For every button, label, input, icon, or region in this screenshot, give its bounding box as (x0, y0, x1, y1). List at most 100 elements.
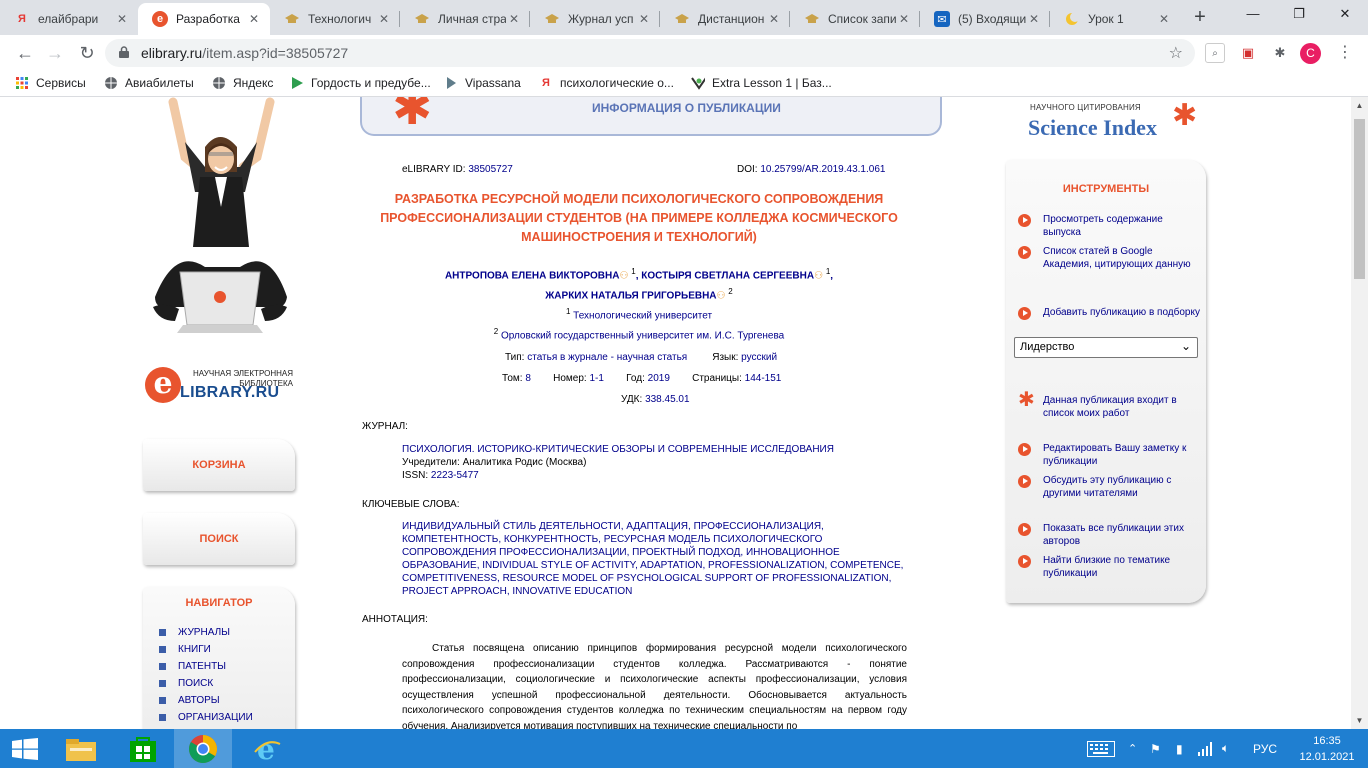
browser-toolbar: ← → ↻ elibrary.ru/item.asp?id=38505727 ☆… (0, 35, 1368, 71)
doi-link[interactable]: 10.25799/AR.2019.43.1.061 (760, 164, 885, 175)
tab-distance[interactable]: Дистанцион ✕ (660, 3, 790, 35)
chevron-down-icon: ⌄ (1180, 339, 1191, 353)
new-tab-button[interactable]: + (1188, 5, 1212, 29)
tool-my-works[interactable]: ✱ Данная публикация входит в список моих … (1018, 390, 1203, 420)
bookmark-services[interactable]: Сервисы (15, 76, 86, 90)
menu-icon[interactable]: ⋮ (1335, 43, 1355, 63)
address-bar[interactable]: elibrary.ru/item.asp?id=38505727 ☆ (105, 39, 1195, 67)
journal-block: ПСИХОЛОГИЯ. ИСТОРИКО-КРИТИЧЕСКИЕ ОБЗОРЫ … (402, 443, 907, 482)
restore-button[interactable]: ❐ (1276, 0, 1322, 30)
search-extension-icon[interactable]: ⌕ (1205, 43, 1225, 63)
volume-icon[interactable]: 🔈︎ (1222, 729, 1229, 768)
bookmark-pride[interactable]: Гордость и предубе... (290, 76, 431, 90)
nav-item-search[interactable]: ПОИСК (159, 675, 253, 692)
extension-icon[interactable]: ▣ (1238, 43, 1258, 63)
store-taskbar-icon[interactable] (114, 729, 172, 768)
nav-item-authors[interactable]: АВТОРЫ (159, 692, 253, 709)
close-icon[interactable]: ✕ (1026, 12, 1042, 26)
tool-add-to-collection[interactable]: Добавить публикацию в подборку (1018, 306, 1203, 320)
cart-button[interactable]: КОРЗИНА (143, 439, 295, 491)
close-icon[interactable]: ✕ (766, 12, 782, 26)
journal-link[interactable]: ПСИХОЛОГИЯ. ИСТОРИКО-КРИТИЧЕСКИЕ ОБЗОРЫ … (402, 443, 907, 456)
bookmark-extra-lesson[interactable]: Extra Lesson 1 | Баз... (691, 76, 832, 90)
science-index-logo[interactable]: НАУЧНОГО ЦИТИРОВАНИЯ Science Index ✱ (1028, 99, 1208, 143)
arrow-circle-icon (1018, 214, 1031, 227)
bookmark-yandex[interactable]: Яндекс (212, 76, 273, 90)
affiliation-link[interactable]: Орловский государственный университет им… (501, 331, 784, 342)
bookmark-vipassana[interactable]: Vipassana (444, 76, 521, 90)
forward-button[interactable]: → (42, 40, 68, 66)
bookmark-avia[interactable]: Авиабилеты (104, 76, 194, 90)
url-text[interactable]: elibrary.ru/item.asp?id=38505727 (141, 45, 348, 61)
ie-taskbar-icon[interactable]: e (238, 729, 296, 768)
arrow-circle-icon (1018, 307, 1031, 320)
bookmark-star-icon[interactable]: ☆ (1169, 43, 1183, 63)
affiliation-link[interactable]: Технологический университет (573, 310, 712, 321)
minimize-button[interactable]: — (1230, 0, 1276, 30)
tool-similar[interactable]: Найти близкие по тематике публикации (1018, 554, 1203, 580)
chrome-taskbar-icon[interactable] (174, 729, 232, 768)
search-button[interactable]: ПОИСК (143, 513, 295, 565)
arrow-circle-icon (1018, 246, 1031, 259)
chevron-up-icon[interactable]: ⌃ (1128, 729, 1137, 768)
author-link[interactable]: КОСТЫРЯ СВЕТЛАНА СЕРГЕЕВНА (641, 270, 814, 281)
vipassana-icon (444, 76, 458, 90)
asterisk-icon: ✱ (1172, 99, 1198, 132)
clock[interactable]: 16:35 12.01.2021 (1292, 733, 1362, 765)
tool-edit-note[interactable]: Редактировать Вашу заметку к публикации (1018, 442, 1203, 468)
author-link[interactable]: АНТРОПОВА ЕЛЕНА ВИКТОРОВНА (445, 270, 620, 281)
tool-view-contents[interactable]: Просмотреть содержание выпуска (1018, 213, 1203, 239)
author-link[interactable]: ЖАРКИХ НАТАЛЬЯ ГРИГОРЬЕВНА (545, 291, 716, 302)
navigator-title: НАВИГАТОР (185, 597, 253, 609)
svg-text:e: e (257, 734, 275, 764)
puzzle-icon[interactable]: ✱ (1270, 43, 1290, 63)
tool-google-scholar[interactable]: Список статей в Google Академия, цитирую… (1018, 245, 1203, 271)
explorer-taskbar-icon[interactable] (52, 729, 110, 768)
tab-elibrary-search[interactable]: Я елайбрари ✕ (0, 3, 138, 35)
tool-author-publications[interactable]: Показать все публикации этих авторов (1018, 522, 1203, 548)
close-icon[interactable]: ✕ (896, 12, 912, 26)
tab-lesson[interactable]: Урок 1 ✕ (1050, 3, 1180, 35)
bookmark-psych[interactable]: Я психологические о... (539, 76, 674, 90)
tab-list[interactable]: Список запи ✕ (790, 3, 920, 35)
elibrary-logo[interactable]: НАУЧНАЯ ЭЛЕКТРОННАЯ БИБЛИОТЕКА e LIBRARY… (145, 365, 305, 415)
close-icon[interactable]: ✕ (1156, 12, 1172, 26)
tab-inbox[interactable]: ✉ (5) Входящи ✕ (920, 3, 1050, 35)
tab-article[interactable]: e Разработка ✕ (138, 3, 270, 35)
extra-lesson-icon (691, 76, 705, 90)
volume-link[interactable]: 8 (525, 373, 531, 384)
keywords-links[interactable]: ИНДИВИДУАЛЬНЫЙ СТИЛЬ ДЕЯТЕЛЬНОСТИ, АДАПТ… (402, 520, 907, 598)
lock-icon[interactable] (119, 46, 129, 58)
battery-icon[interactable]: ▮ (1176, 729, 1183, 768)
collection-select[interactable]: Лидерство ⌄ (1014, 337, 1198, 358)
scroll-thumb[interactable] (1354, 119, 1365, 279)
tool-discuss[interactable]: Обсудить эту публикацию с другими читате… (1018, 474, 1203, 500)
page-scrollbar[interactable]: ▲ ▼ (1351, 97, 1368, 729)
nav-item-journals[interactable]: ЖУРНАЛЫ (159, 624, 253, 641)
close-icon[interactable]: ✕ (506, 12, 522, 26)
nav-item-patents[interactable]: ПАТЕНТЫ (159, 658, 253, 675)
number-link[interactable]: 1-1 (589, 373, 603, 384)
back-button[interactable]: ← (12, 40, 38, 66)
tab-journal[interactable]: Журнал усп ✕ (530, 3, 660, 35)
close-icon[interactable]: ✕ (376, 12, 392, 26)
yandex-icon: Я (542, 77, 550, 89)
tab-tech[interactable]: Технологич ✕ (270, 3, 400, 35)
close-icon[interactable]: ✕ (636, 12, 652, 26)
nav-item-books[interactable]: КНИГИ (159, 641, 253, 658)
close-icon[interactable]: ✕ (246, 12, 262, 26)
start-button[interactable] (12, 738, 38, 760)
signal-icon[interactable] (1198, 729, 1214, 768)
close-window-button[interactable]: ✕ (1322, 0, 1368, 30)
profile-avatar[interactable]: C (1300, 43, 1321, 64)
language-indicator[interactable]: РУС (1253, 729, 1277, 768)
scroll-down-icon[interactable]: ▼ (1351, 712, 1368, 729)
nav-item-organizations[interactable]: ОРГАНИЗАЦИИ (159, 709, 253, 726)
scroll-up-icon[interactable]: ▲ (1351, 97, 1368, 114)
close-icon[interactable]: ✕ (114, 12, 130, 26)
elibrary-icon: e (152, 11, 168, 27)
tab-personal[interactable]: Личная стра ✕ (400, 3, 530, 35)
flag-icon[interactable]: ⚑ (1150, 729, 1161, 768)
reload-button[interactable]: ↻ (74, 40, 100, 66)
keyboard-icon[interactable] (1087, 729, 1115, 768)
